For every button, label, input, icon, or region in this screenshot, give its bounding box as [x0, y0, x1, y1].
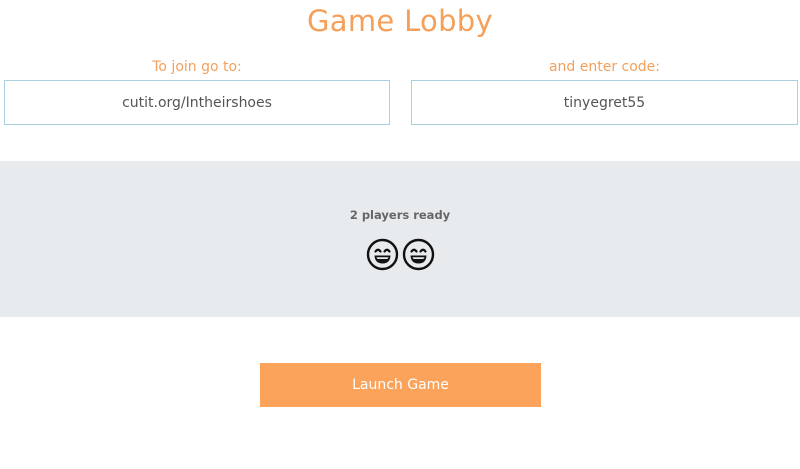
game-lobby-page: Game Lobby To join go to: cutit.org/Inth… [0, 0, 800, 469]
players-panel: 2 players ready [0, 161, 800, 317]
grinning-face-icon [366, 238, 398, 271]
join-url-box: cutit.org/Intheirshoes [4, 80, 390, 125]
player-avatars [0, 238, 800, 271]
page-title: Game Lobby [307, 4, 493, 38]
join-url-section: To join go to: cutit.org/Intheirshoes [4, 58, 390, 125]
launch-game-button[interactable]: Launch Game [260, 363, 541, 407]
join-code-label: and enter code: [548, 59, 661, 75]
players-ready-status: 2 players ready [349, 208, 451, 222]
join-code-box: tinyegret55 [411, 80, 798, 125]
grinning-face-icon [402, 238, 434, 271]
join-code-section: and enter code: tinyegret55 [411, 58, 798, 125]
join-url-label: To join go to: [152, 59, 242, 75]
